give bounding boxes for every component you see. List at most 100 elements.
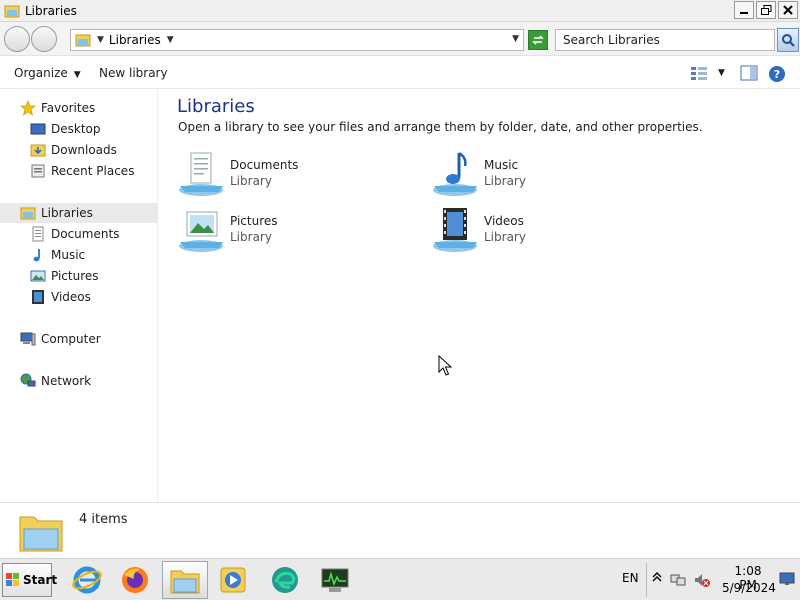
documents-icon bbox=[30, 226, 46, 242]
library-type: Library bbox=[484, 230, 526, 244]
firefox-icon[interactable] bbox=[112, 561, 158, 599]
organize-dropdown-icon: ▼ bbox=[73, 70, 81, 80]
nav-favorites[interactable]: Favorites bbox=[20, 98, 95, 118]
help-icon[interactable]: ? bbox=[768, 65, 786, 83]
navigation-pane: Favorites Desktop Downloads Recent Place… bbox=[0, 90, 158, 502]
new-library-button[interactable]: New library bbox=[99, 66, 168, 80]
window-title: Libraries bbox=[25, 3, 77, 18]
nav-desktop-label: Desktop bbox=[51, 122, 101, 136]
network-icon bbox=[20, 373, 36, 389]
music-library-icon bbox=[431, 150, 481, 200]
address-history-dropdown-icon[interactable]: ▼ bbox=[512, 34, 519, 44]
breadcrumb-root-arrow-icon[interactable]: ▼ bbox=[97, 35, 104, 45]
preview-pane-icon[interactable] bbox=[740, 65, 758, 81]
nav-desktop[interactable]: Desktop bbox=[30, 119, 101, 139]
nav-libraries-label: Libraries bbox=[41, 206, 93, 220]
content-pane: Libraries Open a library to see your fil… bbox=[159, 90, 800, 502]
nav-videos-label: Videos bbox=[51, 290, 91, 304]
view-options-dropdown-icon[interactable]: ▼ bbox=[718, 68, 725, 78]
internet-explorer-icon[interactable] bbox=[64, 561, 110, 599]
nav-favorites-label: Favorites bbox=[41, 101, 96, 115]
back-button[interactable] bbox=[4, 26, 30, 52]
nav-network[interactable]: Network bbox=[20, 371, 91, 391]
change-view-icon[interactable] bbox=[690, 65, 708, 81]
show-hidden-icons-icon[interactable] bbox=[652, 571, 662, 586]
refresh-button[interactable] bbox=[528, 30, 548, 50]
libraries-folder-icon bbox=[4, 4, 20, 18]
taskbar: Start EN 1:08 PM 5/9/2024 bbox=[0, 558, 800, 600]
library-name: Music bbox=[484, 158, 519, 172]
clock-date[interactable]: 5/9/2024 bbox=[722, 581, 776, 595]
mouse-pointer-icon bbox=[438, 354, 454, 377]
address-toolbar: ▼ Libraries ▼ ▼ Search Libraries bbox=[0, 22, 800, 56]
close-button[interactable] bbox=[778, 1, 798, 19]
library-videos[interactable]: Videos Library bbox=[431, 206, 631, 256]
show-desktop-icon[interactable] bbox=[778, 571, 796, 587]
nav-downloads[interactable]: Downloads bbox=[30, 140, 117, 160]
nav-music[interactable]: Music bbox=[30, 245, 85, 265]
nav-computer-label: Computer bbox=[41, 332, 101, 346]
volume-muted-icon[interactable] bbox=[694, 572, 710, 588]
desktop-icon bbox=[30, 121, 46, 137]
computer-icon bbox=[20, 331, 36, 347]
network-status-icon[interactable] bbox=[670, 572, 686, 588]
windows-logo-icon bbox=[6, 573, 20, 587]
pictures-library-icon bbox=[177, 206, 227, 256]
library-type: Library bbox=[484, 174, 526, 188]
task-manager-icon[interactable] bbox=[312, 561, 358, 599]
forward-button[interactable] bbox=[31, 26, 57, 52]
nav-recent-places-label: Recent Places bbox=[51, 164, 135, 178]
recent-places-icon bbox=[30, 163, 46, 179]
minimize-button[interactable] bbox=[734, 1, 754, 19]
library-music[interactable]: Music Library bbox=[431, 150, 631, 200]
input-language-indicator[interactable]: EN bbox=[622, 571, 639, 585]
library-name: Videos bbox=[484, 214, 524, 228]
downloads-folder-icon bbox=[30, 142, 46, 158]
nav-documents[interactable]: Documents bbox=[30, 224, 119, 244]
library-type: Library bbox=[230, 174, 272, 188]
search-icon[interactable] bbox=[777, 28, 799, 52]
command-bar: Organize ▼ New library ▼ ? bbox=[0, 57, 800, 89]
tray-divider bbox=[646, 563, 647, 597]
title-bar: Libraries bbox=[0, 0, 800, 22]
nav-videos[interactable]: Videos bbox=[30, 287, 91, 307]
breadcrumb-libraries[interactable]: Libraries bbox=[109, 33, 161, 47]
nav-documents-label: Documents bbox=[51, 227, 120, 241]
music-icon bbox=[30, 247, 46, 263]
libraries-large-icon bbox=[18, 509, 64, 553]
item-count: 4 items bbox=[79, 512, 128, 527]
media-player-icon[interactable] bbox=[210, 561, 256, 599]
breadcrumb-dropdown-icon[interactable]: ▼ bbox=[167, 35, 174, 45]
library-name: Documents bbox=[230, 158, 299, 172]
star-icon bbox=[20, 100, 36, 116]
library-documents[interactable]: Documents Library bbox=[177, 150, 377, 200]
file-explorer-taskbar-icon[interactable] bbox=[162, 561, 208, 599]
page-description: Open a library to see your files and arr… bbox=[178, 120, 703, 134]
svg-text:?: ? bbox=[774, 68, 780, 81]
search-input[interactable]: Search Libraries bbox=[555, 29, 775, 51]
details-pane: 4 items bbox=[0, 502, 800, 558]
nav-computer[interactable]: Computer bbox=[20, 329, 101, 349]
edge-icon[interactable] bbox=[262, 561, 308, 599]
start-button[interactable]: Start bbox=[2, 563, 57, 597]
organize-label: Organize bbox=[14, 66, 68, 80]
restore-button[interactable] bbox=[756, 1, 776, 19]
videos-library-icon bbox=[431, 206, 481, 256]
libraries-icon bbox=[75, 33, 91, 47]
nav-pictures-label: Pictures bbox=[51, 269, 99, 283]
nav-downloads-label: Downloads bbox=[51, 143, 117, 157]
nav-music-label: Music bbox=[51, 248, 86, 262]
nav-libraries[interactable]: Libraries bbox=[0, 203, 158, 223]
libraries-icon bbox=[20, 205, 36, 221]
start-label: Start bbox=[23, 573, 58, 587]
videos-icon bbox=[30, 289, 46, 305]
pictures-icon bbox=[30, 268, 46, 284]
nav-recent-places[interactable]: Recent Places bbox=[30, 161, 134, 181]
documents-library-icon bbox=[177, 150, 227, 200]
library-type: Library bbox=[230, 230, 272, 244]
nav-network-label: Network bbox=[41, 374, 92, 388]
organize-button[interactable]: Organize ▼ bbox=[14, 66, 81, 80]
nav-pictures[interactable]: Pictures bbox=[30, 266, 99, 286]
library-pictures[interactable]: Pictures Library bbox=[177, 206, 377, 256]
address-bar[interactable]: ▼ Libraries ▼ ▼ bbox=[70, 29, 524, 51]
